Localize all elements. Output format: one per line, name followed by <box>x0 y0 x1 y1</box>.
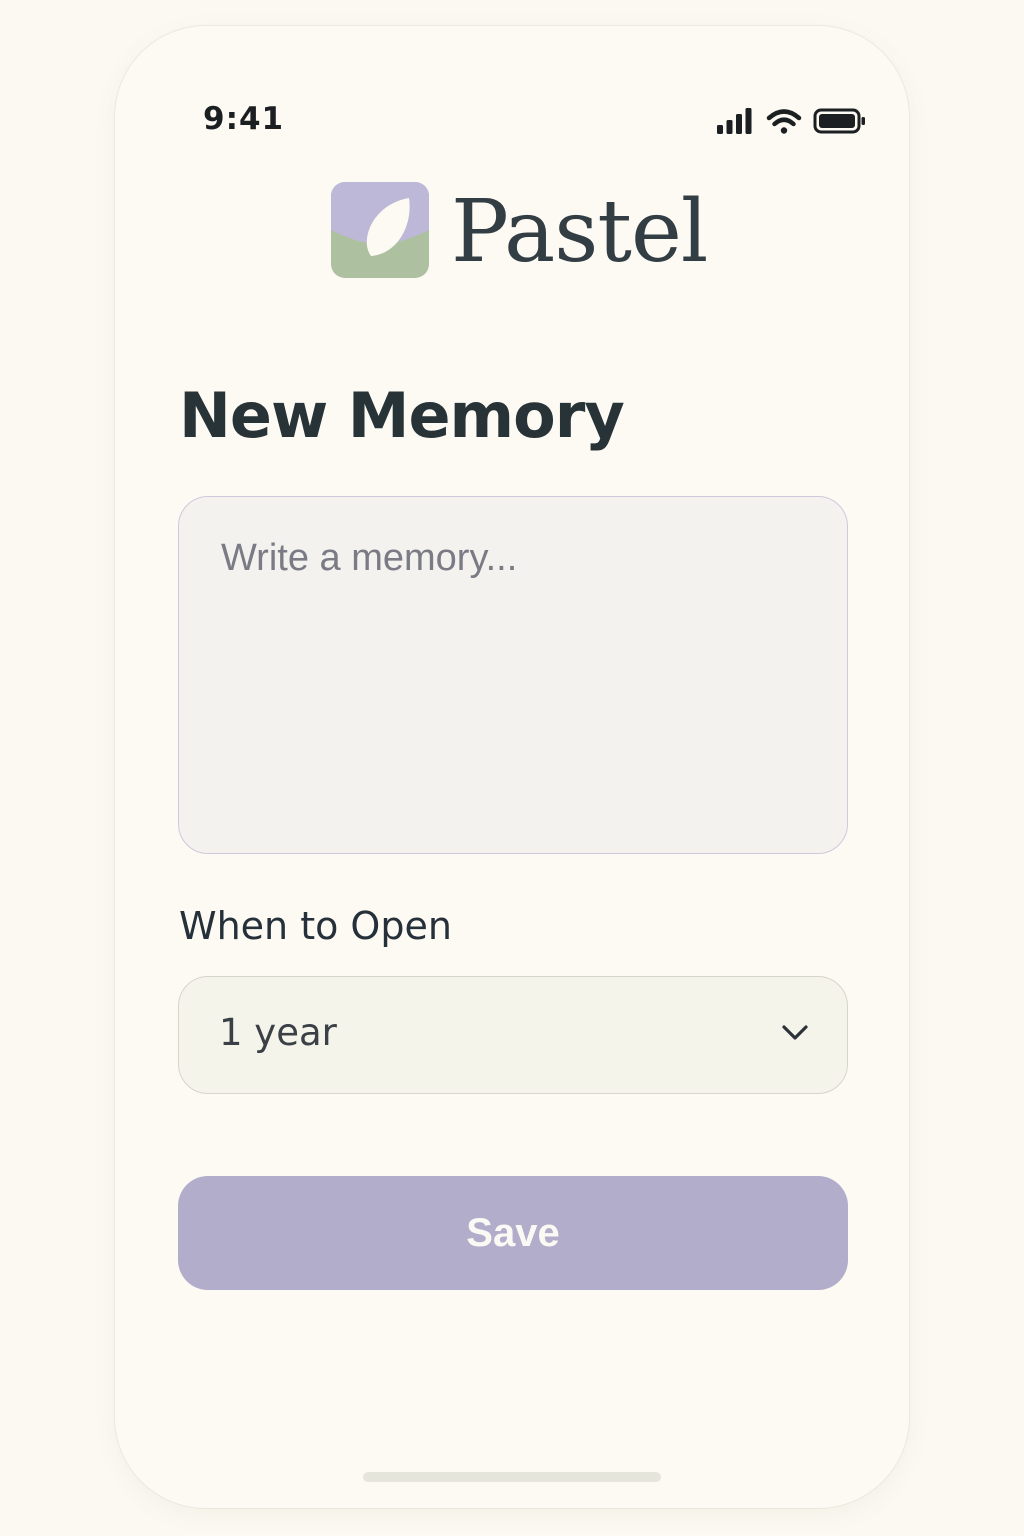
status-icons <box>717 106 867 140</box>
when-to-open-select[interactable]: 1 year <box>178 976 848 1094</box>
chevron-down-icon <box>779 1021 811 1045</box>
app-name: Pastel <box>451 182 708 282</box>
app-logo: Pastel <box>331 182 711 282</box>
cellular-signal-icon <box>717 108 752 134</box>
when-to-open-label: When to Open <box>179 904 452 948</box>
home-indicator <box>363 1472 661 1482</box>
when-to-open-value: 1 year <box>219 1011 337 1054</box>
status-time: 9:41 <box>203 101 285 137</box>
wifi-icon <box>766 109 802 134</box>
memory-input[interactable] <box>178 496 848 854</box>
pastel-logo-icon <box>331 182 429 278</box>
battery-icon <box>813 108 865 134</box>
save-button[interactable]: Save <box>178 1176 848 1290</box>
phone-frame: 9:41 Pastel New Memory Write a memory...… <box>114 25 910 1509</box>
status-bar: 9:41 <box>115 26 909 166</box>
status-icons-svg <box>717 108 865 134</box>
page-title: New Memory <box>179 379 625 452</box>
